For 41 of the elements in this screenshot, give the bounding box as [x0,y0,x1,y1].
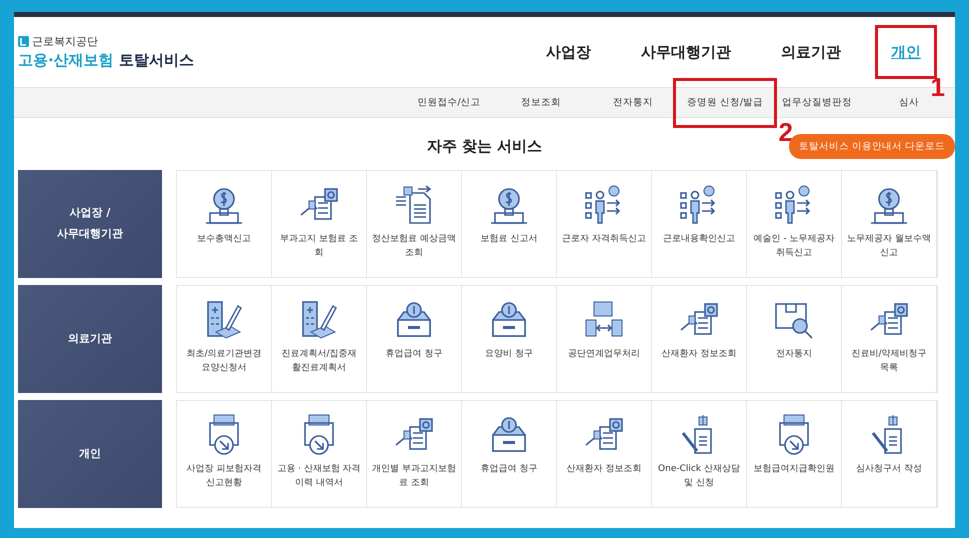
service-tile[interactable]: 산재환자 정보조회 [652,286,747,392]
service-tile[interactable]: 보험급여지급확인원 [747,401,842,507]
service-title: 고용·산재보험 토탈서비스 [18,51,194,70]
annotation-number: 1 [930,74,945,100]
service-tile[interactable]: 휴업급여 청구 [462,401,557,507]
category-header: 사업장 / 사무대행기관 [18,170,162,278]
service-tile[interactable]: 전자통지 [747,286,842,392]
main-nav-link[interactable]: 사업장 [532,32,605,72]
category-header: 의료기관 [18,285,162,393]
service-tile[interactable]: 고용 · 산재보험 자격 이력 내역서 [272,401,367,507]
sub-nav-link[interactable]: 정보조회 [495,88,587,117]
category-header: 개인 [18,400,162,508]
section-title: 자주 찾는 서비스 [426,136,542,156]
service-tile[interactable]: 휴업급여 청구 [367,286,462,392]
sub-nav-link[interactable]: 증명원 신청/발급 [679,88,771,117]
sub-nav-link[interactable]: 업무상질병판정 [771,88,863,117]
service-tile[interactable]: 최초/의료기관변경 요양신청서 [177,286,272,392]
service-tile[interactable]: 노무제공자 월보수액 신고 [842,171,937,277]
sub-nav-link[interactable]: 전자통지 [587,88,679,117]
service-tile[interactable]: 근로자 자격취득신고 [557,171,652,277]
service-tile[interactable]: 개인별 부과고지보험료 조회 [367,401,462,507]
service-tile[interactable]: 진료비/약제비청구 목록 [842,286,937,392]
service-tile[interactable]: 공단연계업무처리 [557,286,652,392]
service-tile[interactable]: 심사청구서 작성 [842,401,937,507]
organization-name: 근로복지공단 [18,34,194,49]
sub-nav-link[interactable]: 민원접수/신고 [403,88,495,117]
highlight-box [875,25,937,79]
service-tile[interactable]: 진료계획서/집중재활진료계획서 [272,286,367,392]
service-tile[interactable]: 사업장 피보험자격 신고현황 [177,401,272,507]
main-nav-link[interactable]: 의료기관 [767,32,855,72]
logo-icon [18,36,29,47]
service-tile[interactable]: 보험료 신고서 [462,171,557,277]
service-tile[interactable]: One-Click 산재상담 및 신청 [652,401,747,507]
service-tile[interactable]: 요양비 청구 [462,286,557,392]
service-tile[interactable]: 보수총액신고 [177,171,272,277]
main-nav-link[interactable]: 사무대행기관 [627,32,745,72]
service-tile[interactable]: 근로내용확인신고 [652,171,747,277]
service-tile[interactable]: 부과고지 보험료 조회 [272,171,367,277]
service-tile[interactable]: 산재환자 정보조회 [557,401,652,507]
service-tile[interactable]: 정산보험료 예상금액 조회 [367,171,462,277]
service-tile[interactable]: 예술인 - 노무제공자 취득신고 [747,171,842,277]
